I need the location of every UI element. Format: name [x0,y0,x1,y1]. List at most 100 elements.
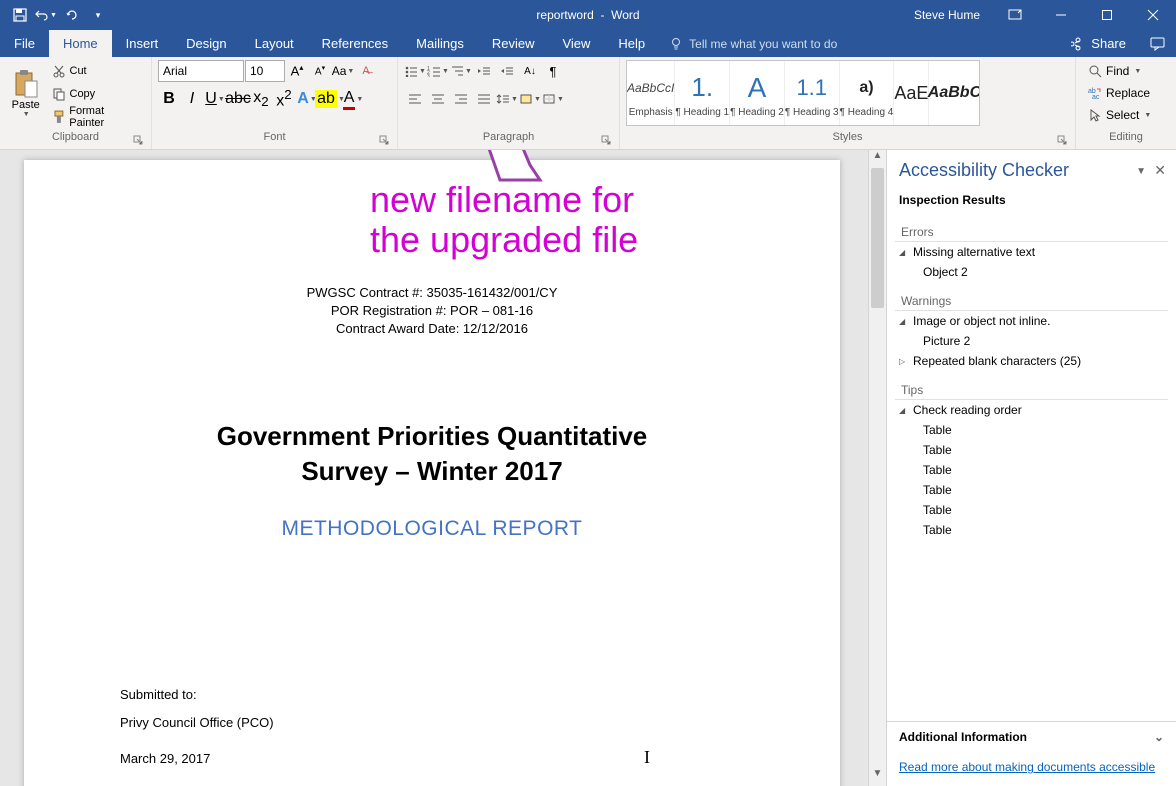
pane-help-link[interactable]: Read more about making documents accessi… [887,752,1176,786]
close-button[interactable] [1130,0,1176,30]
scroll-down[interactable]: ▼ [869,768,886,786]
user-name[interactable]: Steve Hume [914,8,980,22]
style-emphasis[interactable]: AaBbCcI Emphasis [627,61,675,125]
tip-table-1[interactable]: Table [895,420,1168,440]
error-object2[interactable]: Object 2 [895,262,1168,282]
bullets-button[interactable]: ▼ [404,60,426,82]
font-name-select[interactable] [158,60,244,82]
contract-block: PWGSC Contract #: 35035-161432/001/CY PO… [120,284,744,339]
line-spacing-button[interactable]: ▼ [496,88,518,110]
font-launcher[interactable] [379,135,391,147]
pane-body[interactable]: Errors Missing alternative text Object 2… [887,213,1176,721]
warning-not-inline[interactable]: Image or object not inline. [895,311,1168,331]
error-missing-alt[interactable]: Missing alternative text [895,242,1168,262]
tip-table-6[interactable]: Table [895,520,1168,540]
increase-indent-button[interactable] [496,60,518,82]
styles-gallery[interactable]: AaBbCcI Emphasis 1. ¶ Heading 1 A ¶ Head… [626,60,980,126]
tab-review[interactable]: Review [478,30,549,57]
style-heading4[interactable]: a) ¶ Heading 4 [840,61,895,125]
find-button[interactable]: Find▼ [1082,60,1157,82]
highlight-button[interactable]: ab▼ [319,88,341,110]
borders-button[interactable]: ▼ [542,88,564,110]
tab-home[interactable]: Home [49,30,112,57]
bold-button[interactable]: B [158,88,180,110]
show-marks-button[interactable]: ¶ [542,60,564,82]
format-painter-button[interactable]: Format Painter [48,106,146,128]
additional-information-toggle[interactable]: Additional Information ⌄ [887,722,1176,752]
warning-picture2[interactable]: Picture 2 [895,331,1168,351]
tab-view[interactable]: View [548,30,604,57]
justify-button[interactable] [473,88,495,110]
align-right-button[interactable] [450,88,472,110]
tab-mailings[interactable]: Mailings [402,30,478,57]
replace-button[interactable]: abac Replace [1082,82,1157,104]
scroll-thumb[interactable] [871,168,884,308]
paragraph-launcher[interactable] [601,135,613,147]
tab-file[interactable]: File [0,30,49,57]
tip-table-3[interactable]: Table [895,460,1168,480]
multilevel-list-button[interactable]: ▼ [450,60,472,82]
paste-button[interactable]: Paste ▼ [6,60,46,126]
pane-close-button[interactable]: ✕ [1154,162,1166,179]
tab-design[interactable]: Design [172,30,240,57]
tip-table-4[interactable]: Table [895,480,1168,500]
italic-button[interactable]: I [181,88,203,110]
font-color-button[interactable]: A▼ [342,88,364,110]
page[interactable]: PWGSC Contract #: 35035-161432/001/CY PO… [24,160,840,786]
font-size-select[interactable] [245,60,285,82]
decrease-indent-button[interactable] [473,60,495,82]
contract-line-3: Contract Award Date: 12/12/2016 [120,320,744,338]
strikethrough-button[interactable]: abc [227,88,249,110]
align-center-button[interactable] [427,88,449,110]
pane-title: Accessibility Checker [899,160,1164,181]
document-canvas[interactable]: PWGSC Contract #: 35035-161432/001/CY PO… [0,150,868,786]
tab-layout[interactable]: Layout [241,30,308,57]
tab-insert[interactable]: Insert [112,30,173,57]
underline-button[interactable]: U▼ [204,88,226,110]
cut-button[interactable]: Cut [48,60,146,82]
style-more1[interactable]: AaE [894,61,929,125]
sort-button[interactable]: A↓ [519,60,541,82]
tip-table-2[interactable]: Table [895,440,1168,460]
share-button[interactable]: Share [1057,30,1140,57]
shrink-font-button[interactable]: A▾ [309,60,331,82]
copy-button[interactable]: Copy [48,83,146,105]
save-button[interactable] [8,3,32,27]
redo-button[interactable] [60,3,84,27]
scroll-up[interactable]: ▲ [869,150,886,168]
document-subtitle: METHODOLOGICAL REPORT [120,517,744,541]
pane-menu-button[interactable]: ▼ [1136,166,1146,177]
tab-references[interactable]: References [308,30,402,57]
maximize-button[interactable] [1084,0,1130,30]
warning-repeated-blank[interactable]: Repeated blank characters (25) [895,351,1168,371]
clear-formatting-button[interactable]: A̶ [355,60,377,82]
comments-button[interactable] [1140,30,1176,57]
vertical-scrollbar[interactable]: ▲ ▼ [868,150,886,786]
style-more2[interactable]: AaBbCc [929,61,980,125]
tip-reading-order[interactable]: Check reading order [895,400,1168,420]
numbering-button[interactable]: 123▼ [427,60,449,82]
accessibility-pane: Accessibility Checker ▼ ✕ Inspection Res… [886,150,1176,786]
qat-customize-button[interactable]: ▾ [86,3,110,27]
style-heading1[interactable]: 1. ¶ Heading 1 [675,61,730,125]
align-left-button[interactable] [404,88,426,110]
style-heading2[interactable]: A ¶ Heading 2 [730,61,785,125]
tip-table-5[interactable]: Table [895,500,1168,520]
shading-button[interactable]: ▼ [519,88,541,110]
group-label-paragraph: Paragraph [404,131,613,149]
subscript-button[interactable]: x2 [250,88,272,110]
change-case-button[interactable]: Aa▼ [332,60,354,82]
undo-button[interactable]: ▼ [34,3,58,27]
app-name-text: Word [611,8,639,22]
tab-help[interactable]: Help [604,30,659,57]
style-heading3[interactable]: 1.1 ¶ Heading 3 [785,61,840,125]
superscript-button[interactable]: x2 [273,88,295,110]
ribbon-display-options-button[interactable] [992,0,1038,30]
clipboard-launcher[interactable] [133,135,145,147]
select-button[interactable]: Select▼ [1082,104,1157,126]
group-label-styles: Styles [626,131,1069,149]
styles-launcher[interactable] [1057,135,1069,147]
minimize-button[interactable] [1038,0,1084,30]
grow-font-button[interactable]: A▴ [286,60,308,82]
tell-me-search[interactable]: Tell me what you want to do [659,30,847,57]
